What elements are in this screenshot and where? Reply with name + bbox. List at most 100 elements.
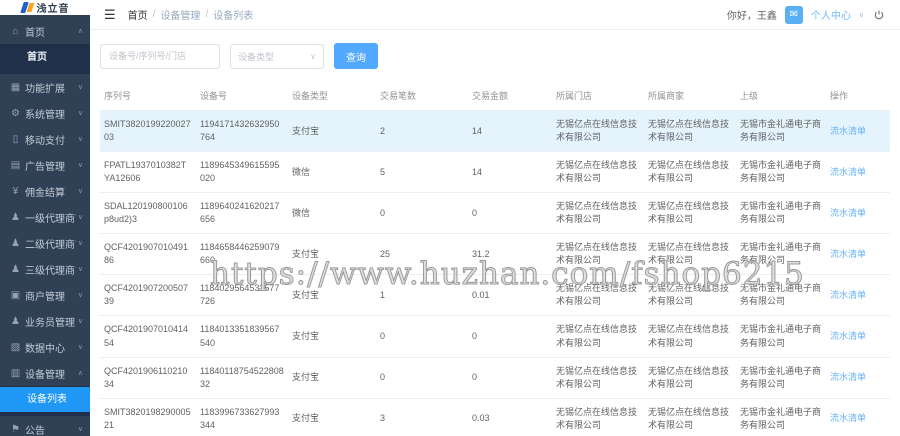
chevron-down-icon: ∨ [77,136,83,143]
table-row: QCF420190701041454 1184013351839567540 支付宝… [100,315,890,358]
ad-icon: ▤ [10,159,21,171]
cell-parent: 无锡市金礼通电子商务有限公司 [736,192,826,235]
table-row: FPATL1937010382TYA12606 11896453496155950… [100,151,890,194]
cell-device-type: 支付宝 [288,315,376,358]
cell-action: 流水清单 [826,192,890,235]
cell-serial: SMIT382019829000521 [100,398,196,436]
cell-serial: QCF420190701049186 [100,233,196,276]
merchant-icon: ▣ [10,289,21,301]
cell-action: 流水清单 [826,233,890,276]
agent-icon: ♟ [11,211,20,223]
cell-merchant: 无锡亿点在线信息技术有限公司 [644,233,736,276]
cell-merchant: 无锡亿点在线信息技术有限公司 [644,274,736,317]
breadcrumb-item[interactable]: 设备管理 [160,7,200,22]
chevron-down-icon: ∨ [858,11,864,19]
cell-device-no: 1184011875452280832 [196,357,288,399]
cell-device-type: 支付宝 [288,274,376,317]
action-link[interactable]: 流水清单 [830,290,866,300]
cell-serial: QCF420190701041454 [100,315,196,358]
action-link[interactable]: 流水清单 [830,208,866,218]
chevron-down-icon: ∨ [77,426,83,433]
sidebar-item-label: 商户管理 [25,291,65,303]
sidebar-item-agent-level2-management[interactable]: ♟ 二级代理商管理∨ [0,230,90,256]
cell-tx-count: 25 [376,233,468,276]
sidebar-item-system-management[interactable]: ⚙ 系统管理 ∨ [0,100,90,126]
sidebar-menu: ⌂ 首页 ∧ 首页 ▦ 功能扩展 ∨ ⚙ 系统管理 ∨ ▯ 移动支付 ∨ ▤ 广告管理 ∨ ¥ 佣金结算 ∨ ♟ 一级代… [0,15,90,436]
action-link[interactable]: 流水清单 [830,126,866,136]
cell-serial: SMIT382019922002703 [100,110,196,153]
breadcrumb-item[interactable]: 首页 [128,7,148,22]
cell-device-no: 1184013351839567540 [196,315,288,358]
chevron-down-icon: ∨ [77,240,83,247]
chevron-down-icon: ∨ [77,318,83,325]
col-serial: 序列号 [100,81,196,111]
sidebar-item-label: 系统管理 [25,109,65,121]
cell-tx-count: 3 [376,398,468,436]
table-header-row: 序列号 设备号 设备类型 交易笔数 交易金额 所属门店 所属商家 上级 操作 [100,81,890,111]
col-action: 操作 [826,81,890,111]
cell-action: 流水清单 [826,315,890,358]
cell-store: 无锡亿点在线信息技术有限公司 [552,233,644,276]
logo-text: 浅立音 [36,4,70,15]
sidebar-item-label: 广告管理 [25,161,65,173]
table-row: QCF420190701049186 1184658446259079660 支付宝… [100,233,890,276]
sidebar-item-notice[interactable]: ⚑ 公告 ∨ [0,416,90,436]
home-icon: ⌂ [12,25,19,37]
logout-button[interactable] [872,8,886,22]
cell-parent: 无锡市金礼通电子商务有限公司 [736,398,826,436]
search-input[interactable] [100,43,220,69]
sidebar-item-commission-settlement[interactable]: ¥ 佣金结算 ∨ [0,178,90,204]
action-link[interactable]: 流水清单 [830,372,866,382]
action-link[interactable]: 流水清单 [830,167,866,177]
cell-tx-count: 0 [376,315,468,358]
cell-action: 流水清单 [826,357,890,399]
cell-store: 无锡亿点在线信息技术有限公司 [552,110,644,153]
sidebar-item-home[interactable]: ⌂ 首页 ∧ [0,18,90,44]
sidebar-item-label: 二级代理商管理 [25,239,76,251]
user-greeting: 你好，王鑫 [726,11,777,22]
sidebar-item-agent-level3-management[interactable]: ♟ 三级代理商管理∨ [0,256,90,282]
chevron-down-icon: ∨ [77,162,83,169]
cell-device-no: 1184658446259079660 [196,233,288,276]
agent-icon: ♟ [11,237,20,249]
sidebar-item-agent-level1-management[interactable]: ♟ 一级代理商管理∨ [0,204,90,230]
avatar[interactable]: ✉ [784,5,803,24]
sidebar-item-label: 三级代理商管理 [25,265,76,277]
mail-icon: ✉ [789,9,799,20]
sidebar-item-feature-expand[interactable]: ▦ 功能扩展 ∨ [0,74,90,100]
cell-device-no: 1184029564533577726 [196,274,288,317]
cell-parent: 无锡市金礼通电子商务有限公司 [736,274,826,317]
topbar-right: 你好，王鑫 ✉ 个人中心 ∨ [726,5,886,24]
action-link[interactable]: 流水清单 [830,413,866,423]
sidebar-item-ad-management[interactable]: ▤ 广告管理 ∨ [0,152,90,178]
col-merchant: 所属商家 [644,81,736,111]
user-center-link[interactable]: 个人中心 [811,7,851,22]
device-table: 序列号 设备号 设备类型 交易笔数 交易金额 所属门店 所属商家 上级 操作 SMIT38201… [100,81,890,436]
cell-parent: 无锡市金礼通电子商务有限公司 [736,233,826,276]
cell-device-type: 支付宝 [288,233,376,276]
chevron-down-icon: ∨ [310,51,316,61]
gear-icon: ⚙ [11,107,20,119]
commission-icon: ¥ [12,185,19,197]
chevron-down-icon: ∨ [77,214,83,221]
action-link[interactable]: 流水清单 [830,331,866,341]
breadcrumb-item[interactable]: 设备列表 [213,7,253,22]
cell-serial: QCF420190720050739 [100,274,196,317]
cell-device-type: 微信 [288,192,376,235]
sidebar-item-device-management[interactable]: ▥ 设备管理 ∧ [0,360,90,386]
sidebar-item-mobile-payment[interactable]: ▯ 移动支付 ∨ [0,126,90,152]
submenu-device-management: 设备列表 [0,386,90,416]
cell-tx-amount: 14 [468,151,552,194]
sidebar-item-data-center[interactable]: ▧ 数据中心 ∨ [0,334,90,360]
cell-parent: 无锡市金礼通电子商务有限公司 [736,315,826,358]
action-link[interactable]: 流水清单 [830,249,866,259]
device-type-select[interactable]: 设备类型 ∨ [230,43,324,69]
logo-icon [19,1,34,14]
table-row: SDAL120190800106p8ud2)3 11896402416202176… [100,192,890,235]
sidebar-item-merchant-management[interactable]: ▣ 商户管理 ∨ [0,282,90,308]
sidebar-item-salesman-management[interactable]: ♟ 业务员管理 ∨ [0,308,90,334]
search-button[interactable]: 查询 [334,43,378,69]
hamburger-icon[interactable]: ☰ [104,8,116,21]
sidebar-subitem-home-sub[interactable]: 首页 [0,45,90,70]
sidebar-subitem-device-list[interactable]: 设备列表 [0,387,90,412]
